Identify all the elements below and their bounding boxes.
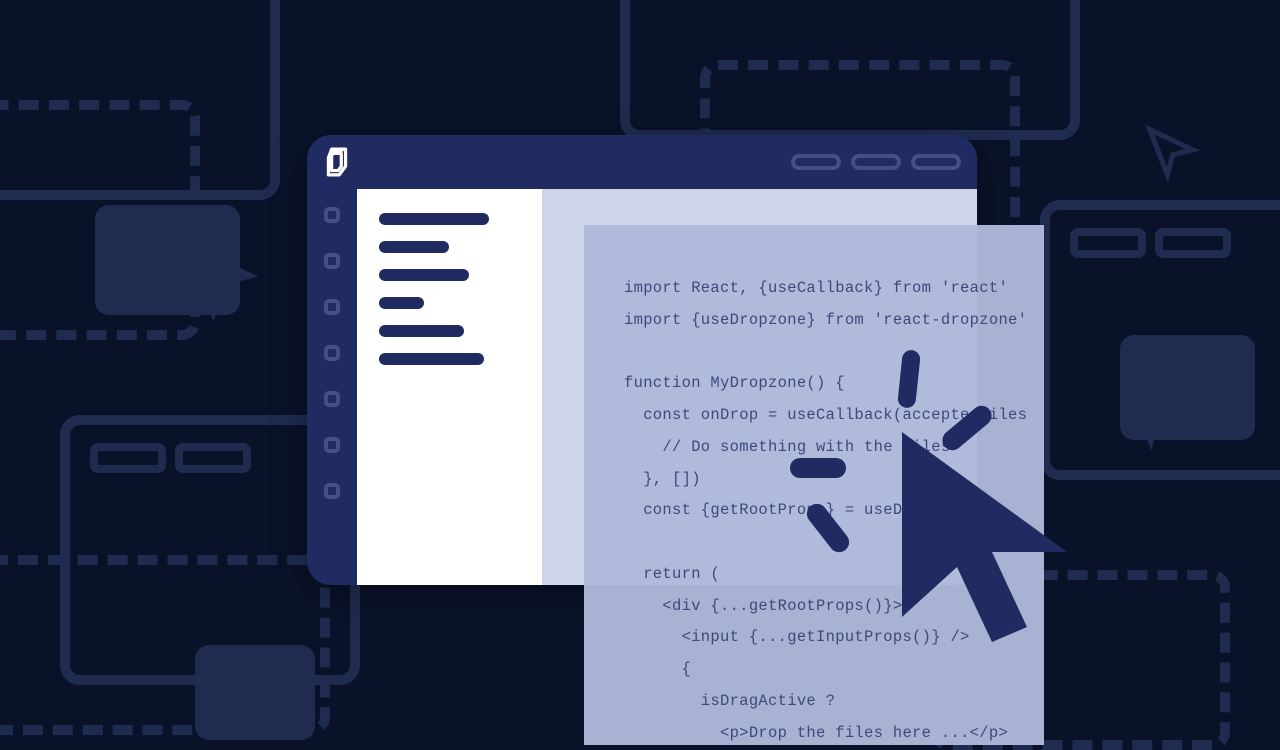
file-item[interactable] [379,353,484,365]
titlebar [307,135,977,189]
activity-icon[interactable] [324,391,340,407]
activity-icon[interactable] [324,437,340,453]
activity-icon[interactable] [324,483,340,499]
window-controls [791,154,961,170]
file-item[interactable] [379,241,449,253]
activity-icon[interactable] [324,207,340,223]
activity-icon[interactable] [324,253,340,269]
file-item[interactable] [379,269,469,281]
activity-icon[interactable] [324,299,340,315]
file-item[interactable] [379,297,424,309]
code-snippet-panel: import React, {useCallback} from 'react'… [584,225,1044,745]
cursor-icon [1130,400,1180,455]
code-content: import React, {useCallback} from 'react'… [624,273,1044,745]
activity-icon[interactable] [324,345,340,361]
window-control-button[interactable] [791,154,841,170]
window-control-button[interactable] [851,154,901,170]
file-explorer [357,189,542,585]
window-control-button[interactable] [911,154,961,170]
file-item[interactable] [379,325,464,337]
cursor-icon [178,237,262,328]
cursor-icon [273,683,318,733]
file-item[interactable] [379,213,489,225]
app-logo-icon [323,147,351,177]
activity-bar [307,189,357,585]
cursor-icon [1142,122,1203,188]
